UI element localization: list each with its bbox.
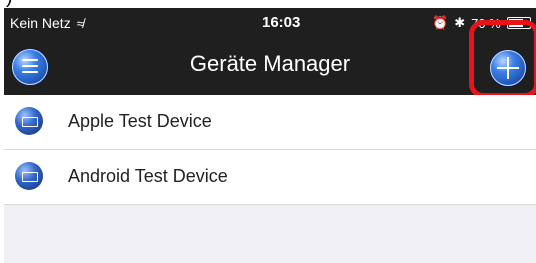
device-label: Apple Test Device [68,111,212,131]
battery-icon [506,17,531,29]
alarm-icon: ⏰ [432,15,449,30]
status-right: ⏰ ✱ 70 % [432,15,531,31]
top-bar: Kein Netz ≉ 16:03 ⏰ ✱ 70 % Geräte Manage… [4,8,536,95]
device-icon [15,162,43,190]
device-list: Apple Test Device Android Test Device [4,95,536,205]
device-label: Android Test Device [68,166,228,186]
device-icon [15,107,43,135]
empty-area [4,205,536,263]
device-row-android[interactable]: Android Test Device [4,150,536,205]
wifi-icon: ≉ [76,15,84,31]
cropped-caption: ) [0,0,536,8]
bluetooth-icon: ✱ [454,15,466,30]
device-row-apple[interactable]: Apple Test Device [4,95,536,150]
carrier-label: Kein Netz [10,15,71,31]
add-device-button[interactable] [490,50,526,86]
status-bar: Kein Netz ≉ 16:03 ⏰ ✱ 70 % [4,8,536,38]
navigation-bar: Geräte Manager [4,38,536,95]
status-time: 16:03 [262,14,301,31]
carrier: Kein Netz ≉ [10,15,84,31]
page-title: Geräte Manager [189,51,351,76]
battery-percent: 70 % [471,15,501,31]
